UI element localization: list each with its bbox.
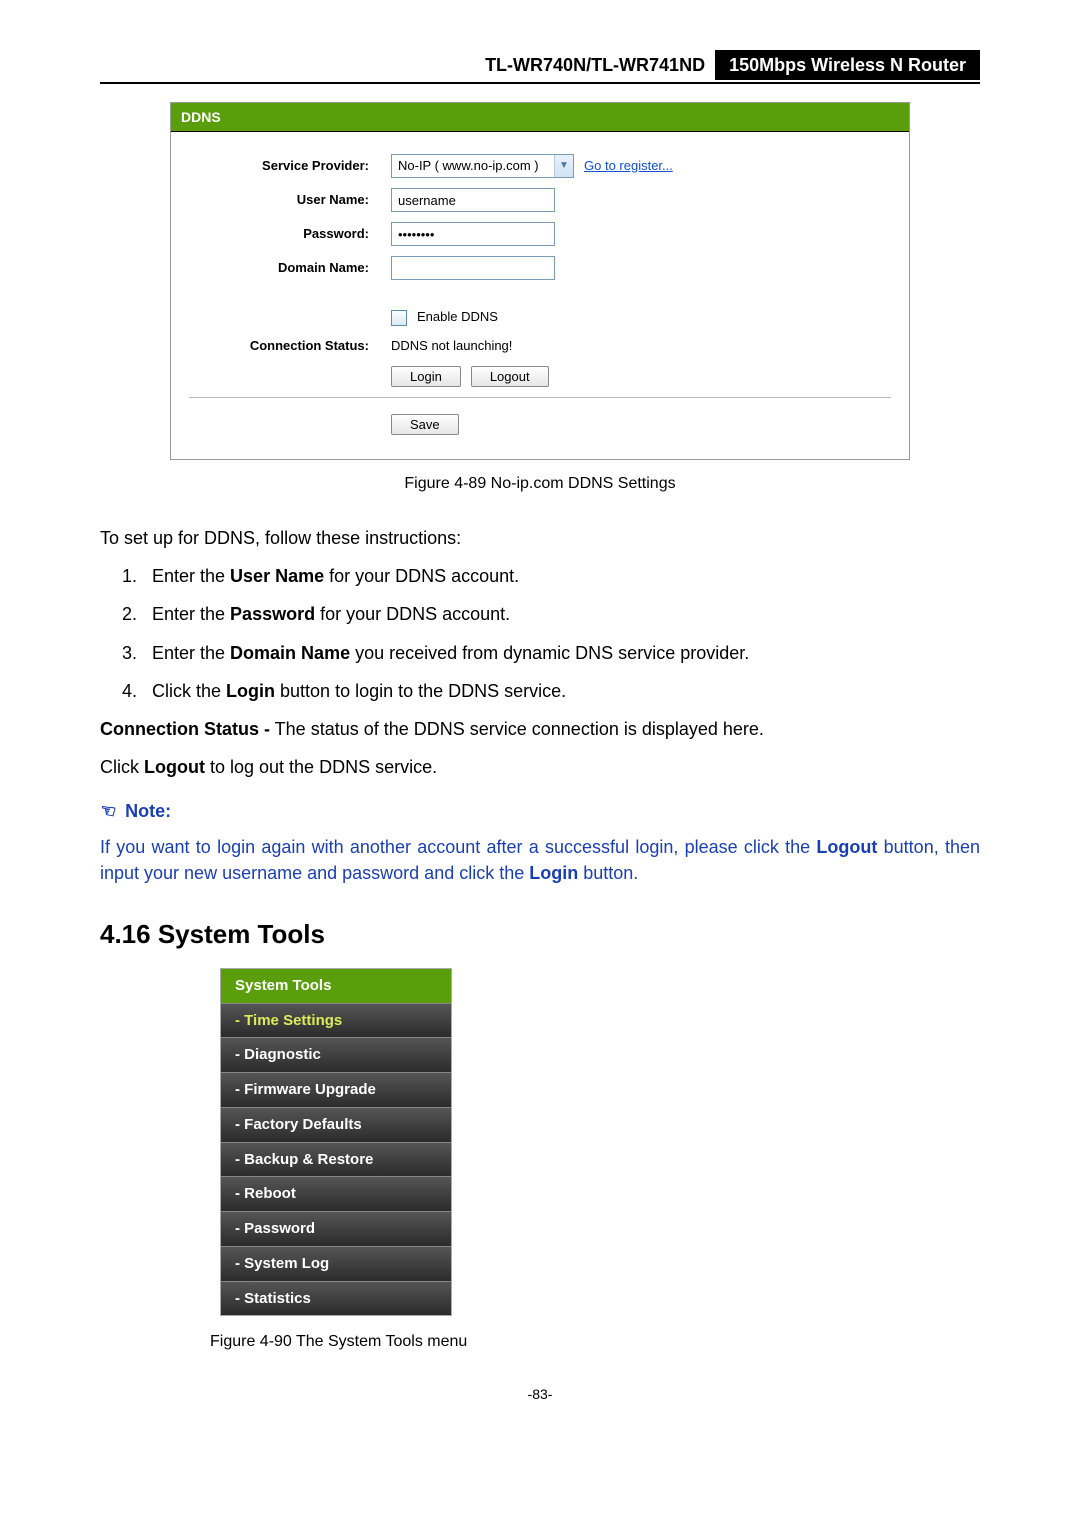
ddns-panel-title: DDNS (171, 103, 909, 132)
password-input[interactable] (391, 222, 555, 246)
connection-status-para: Connection Status - The status of the DD… (100, 716, 980, 742)
note-heading: ☞ Note: (100, 798, 980, 824)
label-password: Password: (189, 225, 391, 244)
header-bar: TL-WR740N/TL-WR741ND 150Mbps Wireless N … (100, 50, 980, 84)
row-save: Save (189, 408, 891, 449)
save-button[interactable]: Save (391, 414, 459, 435)
go-to-register-link[interactable]: Go to register... (584, 157, 673, 176)
instruction-list: Enter the User Name for your DDNS accoun… (100, 563, 980, 703)
document-page: TL-WR740N/TL-WR741ND 150Mbps Wireless N … (0, 0, 1080, 1444)
page-number: -83- (100, 1384, 980, 1404)
user-name-input[interactable] (391, 188, 555, 212)
menu-item-password[interactable]: - Password (221, 1211, 451, 1246)
figure-2-caption: Figure 4-90 The System Tools menu (210, 1330, 980, 1353)
figure-1-caption: Figure 4-89 No-ip.com DDNS Settings (100, 472, 980, 495)
row-user-name: User Name: (189, 188, 891, 212)
enable-ddns-checkbox[interactable] (391, 310, 407, 326)
step-1: Enter the User Name for your DDNS accoun… (142, 563, 980, 589)
service-provider-value: No-IP ( www.no-ip.com ) (392, 155, 554, 177)
logout-button[interactable]: Logout (471, 366, 549, 387)
menu-item-diagnostic[interactable]: - Diagnostic (221, 1037, 451, 1072)
row-service-provider: Service Provider: No-IP ( www.no-ip.com … (189, 154, 891, 178)
row-password: Password: (189, 222, 891, 246)
menu-item-statistics[interactable]: - Statistics (221, 1281, 451, 1316)
model-number: TL-WR740N/TL-WR741ND (475, 50, 715, 80)
section-title-system-tools: 4.16 System Tools (100, 916, 980, 954)
domain-name-input[interactable] (391, 256, 555, 280)
menu-item-backup-restore[interactable]: - Backup & Restore (221, 1142, 451, 1177)
product-name: 150Mbps Wireless N Router (715, 50, 980, 80)
chevron-down-icon[interactable]: ▼ (554, 155, 573, 177)
label-user-name: User Name: (189, 191, 391, 210)
panel-divider (189, 397, 891, 398)
note-body: If you want to login again with another … (100, 834, 980, 886)
step-4: Click the Login button to login to the D… (142, 678, 980, 704)
row-enable-ddns: Enable DDNS (189, 308, 891, 327)
menu-item-system-log[interactable]: - System Log (221, 1246, 451, 1281)
row-login-logout: Login Logout (189, 366, 891, 387)
logout-para: Click Logout to log out the DDNS service… (100, 754, 980, 780)
menu-item-time-settings[interactable]: - Time Settings (221, 1003, 451, 1038)
step-2: Enter the Password for your DDNS account… (142, 601, 980, 627)
ddns-panel-body: Service Provider: No-IP ( www.no-ip.com … (171, 132, 909, 459)
service-provider-select[interactable]: No-IP ( www.no-ip.com ) ▼ (391, 154, 574, 178)
connection-status-value: DDNS not launching! (391, 337, 512, 356)
label-domain-name: Domain Name: (189, 259, 391, 278)
pointing-hand-icon: ☞ (98, 797, 118, 826)
row-connection-status: Connection Status: DDNS not launching! (189, 337, 891, 356)
ddns-panel: DDNS Service Provider: No-IP ( www.no-ip… (170, 102, 910, 460)
system-tools-menu-header: System Tools (221, 969, 451, 1003)
login-button[interactable]: Login (391, 366, 461, 387)
label-service-provider: Service Provider: (189, 157, 391, 176)
menu-item-factory-defaults[interactable]: - Factory Defaults (221, 1107, 451, 1142)
system-tools-menu: System Tools - Time Settings - Diagnosti… (220, 968, 452, 1317)
row-domain-name: Domain Name: (189, 256, 891, 280)
instructions-intro: To set up for DDNS, follow these instruc… (100, 525, 980, 551)
menu-item-reboot[interactable]: - Reboot (221, 1176, 451, 1211)
label-connection-status: Connection Status: (189, 337, 391, 356)
menu-item-firmware-upgrade[interactable]: - Firmware Upgrade (221, 1072, 451, 1107)
step-3: Enter the Domain Name you received from … (142, 640, 980, 666)
note-label: Note: (125, 801, 171, 821)
enable-ddns-label: Enable DDNS (417, 308, 498, 327)
